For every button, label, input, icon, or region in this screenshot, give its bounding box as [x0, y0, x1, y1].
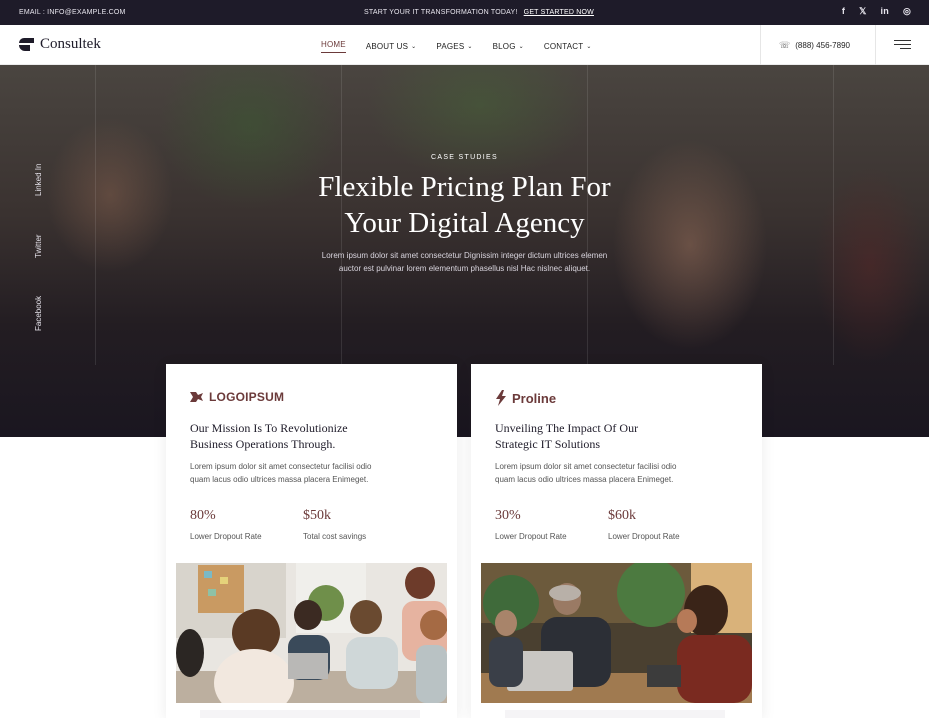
card-desc-line: Lorem ipsum dolor sit amet consectetur f…	[495, 462, 677, 471]
topbar-socials: f 𝕏 in ◎	[842, 6, 911, 17]
chevron-down-icon: ⌄	[467, 44, 473, 50]
chevron-down-icon: ⌄	[518, 44, 524, 50]
facebook-icon[interactable]: f	[842, 6, 845, 17]
nav-label: BLOG	[492, 42, 516, 51]
card-description: Lorem ipsum dolor sit amet consectetur f…	[190, 460, 430, 486]
card-brand: Proline	[495, 390, 556, 406]
hamburger-menu-icon[interactable]	[894, 39, 911, 51]
nav-item-about[interactable]: ABOUT US ⌄	[366, 40, 417, 53]
nav-label: HOME	[321, 40, 346, 49]
stat-value: 30%	[495, 508, 521, 523]
card-title: Our Mission Is To Revolutionize Business…	[190, 420, 430, 452]
phone-icon: ☏	[779, 40, 791, 50]
case-study-card[interactable]: Proline Unveiling The Impact Of Our Stra…	[471, 364, 762, 718]
logoipsum-icon	[190, 392, 203, 402]
nav-label: PAGES	[436, 42, 465, 51]
card-stat: $50k Total cost savings	[303, 508, 366, 541]
card-title-line: Unveiling The Impact Of Our	[495, 421, 639, 435]
card-stat: $60k Lower Dropout Rate	[608, 508, 680, 541]
card-stat: 30% Lower Dropout Rate	[495, 508, 567, 541]
nav-label: CONTACT	[543, 42, 584, 51]
logo-text: Consultek	[40, 36, 101, 52]
card-desc-line: Lorem ipsum dolor sit amet consectetur f…	[190, 462, 372, 471]
card-title-line: Business Operations Through.	[190, 437, 336, 451]
nav-item-blog[interactable]: BLOG ⌄	[493, 40, 524, 53]
proline-bolt-icon	[496, 390, 506, 406]
card-desc-line: quam lacus odio ultrices massa placera E…	[190, 475, 369, 484]
team-meeting-photo	[176, 563, 447, 703]
stat-label: Lower Dropout Rate	[608, 532, 680, 541]
stat-label: Total cost savings	[303, 532, 367, 541]
stat-value: $60k	[608, 508, 636, 523]
main-menu: HOME ABOUT US ⌄ PAGES ⌄ BLOG ⌄ CONTACT ⌄	[321, 40, 592, 53]
get-started-link[interactable]: GET STARTED NOW	[524, 9, 594, 16]
hero-lead-line-2: auctor est pulvinar lorem elementum phas…	[338, 264, 591, 273]
card-desc-line: quam lacus odio ultrices massa placera E…	[495, 475, 674, 484]
hero-lead-line-1: Lorem ipsum dolor sit amet consectetur D…	[321, 251, 608, 260]
topbar-email[interactable]: EMAIL : INFO@EXAMPLE.COM	[19, 9, 126, 16]
card-shadow	[200, 710, 420, 718]
nav-divider	[875, 25, 876, 65]
brand-name: LOGOIPSUM	[209, 390, 285, 404]
card-title-line: Our Mission Is To Revolutionize	[190, 421, 348, 435]
office-meeting-photo	[481, 563, 752, 703]
card-title-line: Strategic IT Solutions	[495, 437, 601, 451]
card-title: Unveiling The Impact Of Our Strategic IT…	[495, 420, 735, 452]
hero-title-line-2: Your Digital Agency	[344, 207, 585, 239]
hero-title-line-1: Flexible Pricing Plan For	[318, 171, 611, 203]
case-study-card[interactable]: LOGOIPSUM Our Mission Is To Revolutioniz…	[166, 364, 457, 718]
card-shadow	[505, 710, 725, 718]
stat-label: Lower Dropout Rate	[495, 532, 567, 541]
nav-item-pages[interactable]: PAGES ⌄	[436, 40, 472, 53]
nav-item-home[interactable]: HOME	[321, 40, 346, 53]
nav-divider	[760, 25, 761, 65]
card-stat: 80% Lower Dropout Rate	[190, 508, 262, 541]
stat-label: Lower Dropout Rate	[190, 532, 262, 541]
chevron-down-icon: ⌄	[586, 44, 592, 50]
hero-eyebrow: CASE STUDIES	[431, 154, 498, 161]
main-navbar: Consultek HOME ABOUT US ⌄ PAGES ⌄ BLOG ⌄…	[0, 25, 929, 65]
stat-value: $50k	[303, 508, 331, 523]
logo-mark-icon	[19, 37, 34, 52]
nav-item-contact[interactable]: CONTACT ⌄	[544, 40, 592, 53]
card-brand: LOGOIPSUM	[190, 390, 284, 404]
phone-contact[interactable]: ☏ (888) 456-7890	[779, 40, 850, 51]
x-twitter-icon[interactable]: 𝕏	[859, 6, 866, 17]
instagram-icon[interactable]: ◎	[903, 6, 911, 17]
promo-text: START YOUR IT TRANSFORMATION TODAY!	[364, 9, 518, 16]
top-bar: EMAIL : INFO@EXAMPLE.COM START YOUR IT T…	[0, 0, 929, 25]
phone-number: (888) 456-7890	[795, 41, 850, 50]
chevron-down-icon: ⌄	[411, 44, 417, 50]
hero-lead: Lorem ipsum dolor sit amet consectetur D…	[0, 249, 929, 275]
hero-section: Linked In Twitter Facebook CASE STUDIES …	[0, 65, 929, 437]
brand-name: Proline	[512, 390, 557, 406]
nav-label: ABOUT US	[365, 42, 409, 51]
hero-title: Flexible Pricing Plan For Your Digital A…	[0, 169, 929, 241]
site-logo[interactable]: Consultek	[19, 36, 101, 53]
card-description: Lorem ipsum dolor sit amet consectetur f…	[495, 460, 735, 486]
side-link-facebook[interactable]: Facebook	[34, 296, 43, 331]
topbar-promo: START YOUR IT TRANSFORMATION TODAY! GET …	[364, 9, 594, 16]
linkedin-icon[interactable]: in	[881, 6, 889, 17]
stat-value: 80%	[190, 508, 216, 523]
